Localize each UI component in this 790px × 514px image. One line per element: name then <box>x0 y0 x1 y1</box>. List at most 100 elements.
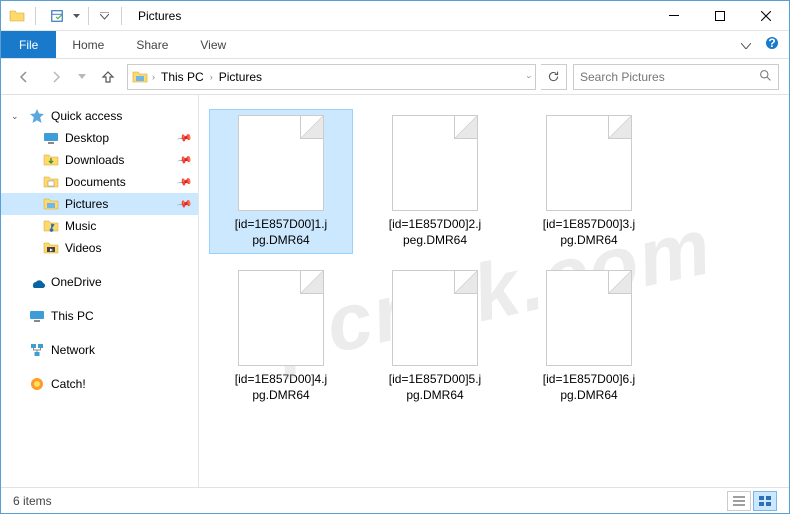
file-icon <box>546 115 632 211</box>
breadcrumb-pictures[interactable]: Pictures <box>217 70 264 84</box>
folder-icon <box>9 8 25 24</box>
qat-customize-icon[interactable] <box>97 5 111 27</box>
thumbnails-view-button[interactable] <box>753 491 777 511</box>
minimize-button[interactable] <box>651 1 697 31</box>
sidebar-item-label: Catch! <box>51 377 86 391</box>
chevron-right-icon[interactable]: › <box>152 72 155 82</box>
close-button[interactable] <box>743 1 789 31</box>
details-view-button[interactable] <box>727 491 751 511</box>
file-name: [id=1E857D00]2.jpeg.DMR64 <box>389 217 481 248</box>
ribbon-tab-share[interactable]: Share <box>120 31 184 58</box>
sidebar-item-pictures[interactable]: Pictures 📌 <box>1 193 198 215</box>
downloads-icon <box>43 152 59 168</box>
ribbon-expand-icon[interactable] <box>741 38 751 52</box>
sidebar-thispc[interactable]: This PC <box>1 305 198 327</box>
sidebar-item-label: Videos <box>65 241 101 255</box>
ribbon-file-tab[interactable]: File <box>1 31 56 58</box>
sidebar-item-label: OneDrive <box>51 275 102 289</box>
sidebar-onedrive[interactable]: OneDrive <box>1 271 198 293</box>
up-button[interactable] <box>95 64 121 90</box>
ribbon-tab-view[interactable]: View <box>184 31 242 58</box>
body: ⌄ Quick access Desktop 📌 Downloads 📌 <box>1 95 789 487</box>
file-name: [id=1E857D00]3.jpg.DMR64 <box>543 217 635 248</box>
window-title: Pictures <box>138 9 181 23</box>
chevron-down-icon[interactable]: ⌄ <box>11 111 19 122</box>
separator <box>121 7 122 25</box>
file-list[interactable]: pcrisk.com [id=1E857D00]1.jpg.DMR64 [id=… <box>199 95 789 487</box>
documents-icon <box>43 174 59 190</box>
file-item[interactable]: [id=1E857D00]6.jpg.DMR64 <box>517 264 661 409</box>
sidebar-item-desktop[interactable]: Desktop 📌 <box>1 127 198 149</box>
catch-icon <box>29 376 45 392</box>
star-icon <box>29 108 45 124</box>
refresh-button[interactable] <box>541 64 567 90</box>
file-item[interactable]: [id=1E857D00]1.jpg.DMR64 <box>209 109 353 254</box>
file-item[interactable]: [id=1E857D00]5.jpg.DMR64 <box>363 264 507 409</box>
file-name: [id=1E857D00]1.jpg.DMR64 <box>235 217 327 248</box>
pictures-icon <box>132 69 148 85</box>
sidebar-item-label: Documents <box>65 175 126 189</box>
separator <box>35 7 36 25</box>
breadcrumb-thispc[interactable]: This PC <box>159 70 206 84</box>
file-item[interactable]: [id=1E857D00]2.jpeg.DMR64 <box>363 109 507 254</box>
search-placeholder: Search Pictures <box>580 70 665 84</box>
svg-text:?: ? <box>768 36 775 50</box>
qat-dropdown-icon[interactable] <box>72 5 80 27</box>
pictures-icon <box>43 196 59 212</box>
address-dropdown-icon[interactable]: › <box>525 75 535 78</box>
sidebar-quick-access[interactable]: ⌄ Quick access <box>1 105 198 127</box>
sidebar-catch[interactable]: Catch! <box>1 373 198 395</box>
navbar: › This PC › Pictures › Search Pictures <box>1 59 789 95</box>
navigation-pane[interactable]: ⌄ Quick access Desktop 📌 Downloads 📌 <box>1 95 199 487</box>
pin-icon: 📌 <box>176 174 193 190</box>
sidebar-item-label: Network <box>51 343 95 357</box>
ribbon-tab-home[interactable]: Home <box>56 31 120 58</box>
file-icon <box>238 115 324 211</box>
onedrive-icon <box>29 274 45 290</box>
sidebar-item-label: This PC <box>51 309 94 323</box>
sidebar-item-label: Downloads <box>65 153 124 167</box>
sidebar-item-label: Music <box>65 219 96 233</box>
sidebar-item-videos[interactable]: Videos <box>1 237 198 259</box>
search-icon <box>759 69 772 85</box>
file-item[interactable]: [id=1E857D00]3.jpg.DMR64 <box>517 109 661 254</box>
sidebar-network[interactable]: Network <box>1 339 198 361</box>
file-icon <box>546 270 632 366</box>
properties-icon[interactable] <box>46 5 68 27</box>
videos-icon <box>43 240 59 256</box>
thispc-icon <box>29 308 45 324</box>
explorer-window: Pictures File Home Share View ? <box>0 0 790 514</box>
file-icon <box>392 270 478 366</box>
ribbon: File Home Share View ? <box>1 31 789 59</box>
item-count: 6 items <box>13 494 52 508</box>
back-button[interactable] <box>11 64 37 90</box>
forward-button[interactable] <box>43 64 69 90</box>
statusbar: 6 items <box>1 487 789 513</box>
sidebar-item-music[interactable]: Music <box>1 215 198 237</box>
sidebar-item-label: Desktop <box>65 131 109 145</box>
pin-icon: 📌 <box>176 196 193 212</box>
separator <box>88 7 89 25</box>
desktop-icon <box>43 130 59 146</box>
file-icon <box>238 270 324 366</box>
sidebar-item-label: Quick access <box>51 109 122 123</box>
address-bar[interactable]: › This PC › Pictures › <box>127 64 536 90</box>
sidebar-item-downloads[interactable]: Downloads 📌 <box>1 149 198 171</box>
pin-icon: 📌 <box>176 130 193 146</box>
titlebar: Pictures <box>1 1 789 31</box>
file-name: [id=1E857D00]5.jpg.DMR64 <box>389 372 481 403</box>
search-input[interactable]: Search Pictures <box>573 64 779 90</box>
maximize-button[interactable] <box>697 1 743 31</box>
help-icon[interactable]: ? <box>765 36 779 53</box>
window-controls <box>651 1 789 31</box>
sidebar-item-label: Pictures <box>65 197 108 211</box>
chevron-right-icon[interactable]: › <box>210 72 213 82</box>
file-item[interactable]: [id=1E857D00]4.jpg.DMR64 <box>209 264 353 409</box>
network-icon <box>29 342 45 358</box>
file-name: [id=1E857D00]6.jpg.DMR64 <box>543 372 635 403</box>
recent-locations-button[interactable] <box>75 64 89 90</box>
music-icon <box>43 218 59 234</box>
sidebar-item-documents[interactable]: Documents 📌 <box>1 171 198 193</box>
file-name: [id=1E857D00]4.jpg.DMR64 <box>235 372 327 403</box>
quick-access-toolbar <box>46 5 111 27</box>
